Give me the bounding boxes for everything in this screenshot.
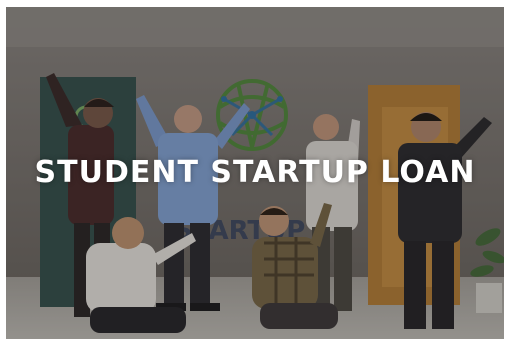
startup-loan-banner[interactable]: W STARTUP <box>6 7 504 339</box>
banner-headline[interactable]: STUDENT STARTUP LOAN <box>6 153 504 193</box>
